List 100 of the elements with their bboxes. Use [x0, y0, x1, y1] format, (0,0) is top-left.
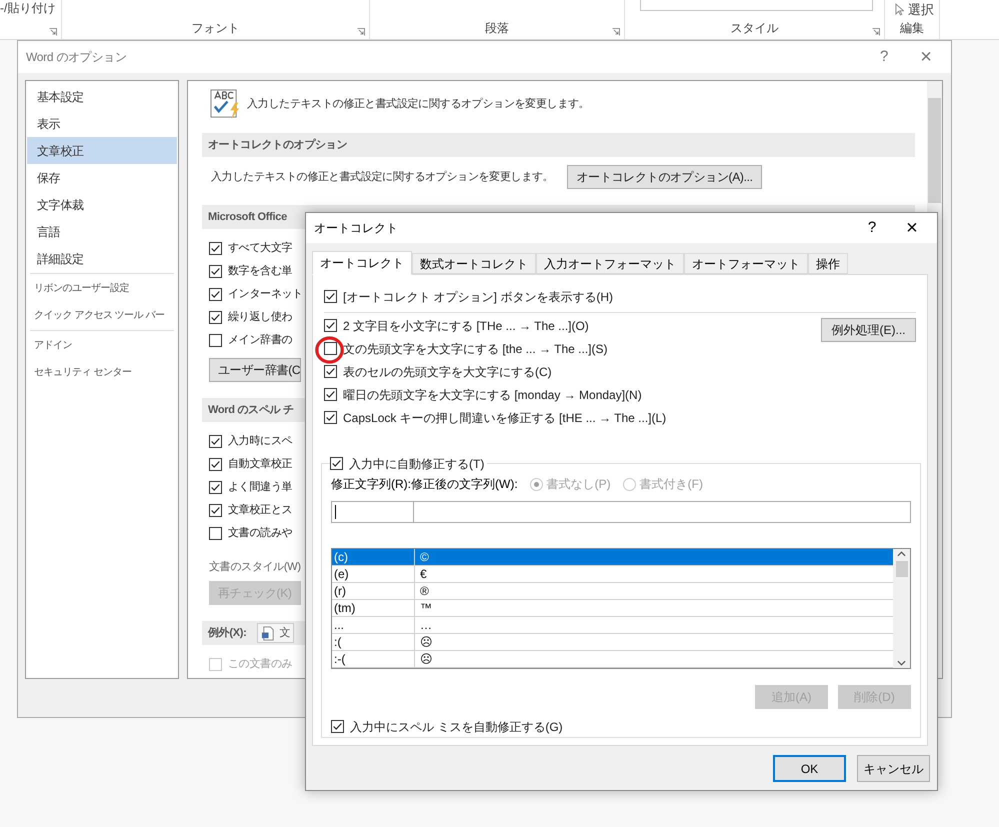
- exceptions-button[interactable]: 例外処理(E)...: [821, 318, 916, 342]
- checkbox[interactable]: [324, 319, 337, 332]
- scrollbar[interactable]: [893, 549, 910, 668]
- checkbox[interactable]: [324, 411, 337, 424]
- dialog-title: オートコレクト: [314, 220, 399, 237]
- sidebar-item[interactable]: 表示: [27, 110, 177, 137]
- checkbox[interactable]: [209, 435, 222, 448]
- scroll-up-icon[interactable]: [897, 551, 906, 557]
- list-row[interactable]: ... …: [332, 617, 893, 634]
- document-dropdown[interactable]: 文: [256, 623, 294, 643]
- option-label: CapsLock キーの押し間違いを修正する [tHE ... → The ...](L): [343, 410, 666, 426]
- option-label: 繰り返し使わ: [228, 310, 292, 326]
- checkbox[interactable]: [331, 720, 344, 733]
- table-cell: (tm): [332, 600, 415, 616]
- tab[interactable]: オートコレクト: [312, 251, 412, 275]
- tab[interactable]: 操作: [808, 253, 848, 274]
- help-button[interactable]: ?: [862, 216, 882, 240]
- checkbox[interactable]: [324, 290, 337, 303]
- option-label: 文章校正とス: [228, 502, 292, 518]
- help-button[interactable]: ?: [874, 46, 894, 68]
- option-label: インターネット: [228, 287, 303, 302]
- checkbox[interactable]: [209, 527, 222, 540]
- table-cell-text: ☹: [419, 651, 434, 667]
- tab[interactable]: 入力オートフォーマット: [536, 253, 684, 274]
- option-label: すべて大文字: [228, 240, 292, 256]
- checkbox[interactable]: [324, 365, 337, 378]
- list-row[interactable]: (c) ©: [332, 549, 893, 566]
- scroll-down-icon[interactable]: [897, 660, 906, 666]
- sidebar-item[interactable]: リボンのユーザー設定: [30, 275, 174, 302]
- table-cell-text: ™: [419, 600, 433, 616]
- table-cell-text: ☹: [419, 634, 434, 650]
- table-cell-text: ©: [419, 549, 430, 565]
- option-label: 表のセルの先頭文字を大文字にする(C): [343, 364, 552, 380]
- checkbox[interactable]: [209, 504, 222, 517]
- option-label: 自動文章校正: [228, 456, 292, 472]
- sidebar-item[interactable]: クイック アクセス ツール バー: [30, 302, 174, 329]
- checkbox[interactable]: [209, 242, 222, 255]
- option-label: 曜日の先頭文字を大文字にする [monday → Monday](N): [343, 386, 642, 404]
- cancel-button[interactable]: キャンセル: [857, 755, 930, 782]
- autocorrect-options-button[interactable]: オートコレクトのオプション(A)...: [567, 165, 762, 189]
- abc-check-icon: [210, 88, 241, 120]
- scroll-thumb[interactable]: [896, 561, 908, 577]
- sidebar-item[interactable]: 基本設定: [27, 83, 177, 110]
- option-label: この文書のみ: [228, 656, 292, 672]
- description-text: 入力したテキストの修正と書式設定に関するオプションを変更します。: [211, 170, 554, 185]
- option-label: 入力中に自動修正する(T): [349, 456, 484, 472]
- sidebar-item[interactable]: 詳細設定: [27, 245, 177, 272]
- table-cell-text: ®: [419, 583, 430, 599]
- checkbox[interactable]: [209, 288, 222, 301]
- table-cell: :-(: [332, 651, 415, 667]
- checkbox[interactable]: [324, 388, 337, 401]
- list-row[interactable]: (r) ®: [332, 583, 893, 600]
- sidebar-item[interactable]: アドイン: [30, 332, 174, 359]
- list-row[interactable]: :( ☹: [332, 634, 893, 651]
- group-label: フォント: [192, 20, 240, 37]
- table-cell: (c): [332, 549, 415, 565]
- paste-label[interactable]: -/貼り付け: [0, 0, 56, 16]
- tab[interactable]: オートフォーマット: [684, 253, 808, 274]
- group-label: スタイル: [730, 20, 778, 37]
- dialog-launcher-icon[interactable]: [872, 28, 880, 36]
- dialog-launcher-icon[interactable]: [357, 28, 365, 36]
- dialog-button[interactable]: ユーザー辞書(C: [209, 358, 301, 382]
- ok-button[interactable]: OK: [773, 755, 846, 782]
- close-button[interactable]: ×: [914, 42, 938, 72]
- checkbox[interactable]: [209, 265, 222, 278]
- field-label: 文書のスタイル(W): [209, 560, 301, 574]
- header-text: 入力したテキストの修正と書式設定に関するオプションを変更します。: [247, 96, 590, 112]
- with-label: 修正後の文字列(W):: [411, 476, 518, 493]
- option-label: 文書の読みや: [228, 526, 292, 542]
- list-row[interactable]: (e) €: [332, 566, 893, 583]
- checkbox[interactable]: [324, 342, 337, 355]
- list-row[interactable]: (tm) ™: [332, 600, 893, 617]
- option-label: 入力時にスペ: [228, 434, 292, 450]
- radio-label: 書式なし(P): [546, 476, 611, 493]
- scroll-thumb[interactable]: [928, 98, 941, 203]
- table-cell: (e): [332, 566, 415, 582]
- group-label: 編集: [900, 20, 924, 37]
- checkbox[interactable]: [209, 311, 222, 324]
- radio-button[interactable]: [622, 478, 636, 490]
- dialog-launcher-icon[interactable]: [49, 28, 57, 36]
- sidebar-item[interactable]: 言語: [27, 218, 177, 245]
- option-label: 入力中にスペル ミスを自動修正する(G): [350, 718, 563, 736]
- close-button[interactable]: ×: [900, 213, 924, 243]
- list-row[interactable]: :-( ☹: [332, 651, 893, 668]
- sidebar-item[interactable]: 文章校正: [27, 137, 177, 164]
- select-button[interactable]: 選択: [908, 0, 934, 20]
- dialog-launcher-icon[interactable]: [612, 28, 620, 36]
- entry-list[interactable]: (c) © (e) € (r) ® (tm) ™ ... … :( ☹ :-( ☹: [331, 548, 911, 669]
- sidebar-item[interactable]: 保存: [27, 164, 177, 191]
- sidebar-item[interactable]: 文字体裁: [27, 191, 177, 218]
- radio-label: 書式付き(F): [640, 476, 703, 493]
- table-cell-text: €: [419, 566, 428, 582]
- checkbox[interactable]: [209, 481, 222, 494]
- checkbox[interactable]: [209, 458, 222, 471]
- checkbox[interactable]: [209, 334, 222, 347]
- section-title: 例外(X):: [208, 626, 247, 641]
- checkbox[interactable]: [330, 457, 343, 470]
- sidebar-item[interactable]: セキュリティ センター: [30, 359, 174, 386]
- radio-button[interactable]: [530, 478, 543, 490]
- tab[interactable]: 数式オートコレクト: [412, 253, 536, 274]
